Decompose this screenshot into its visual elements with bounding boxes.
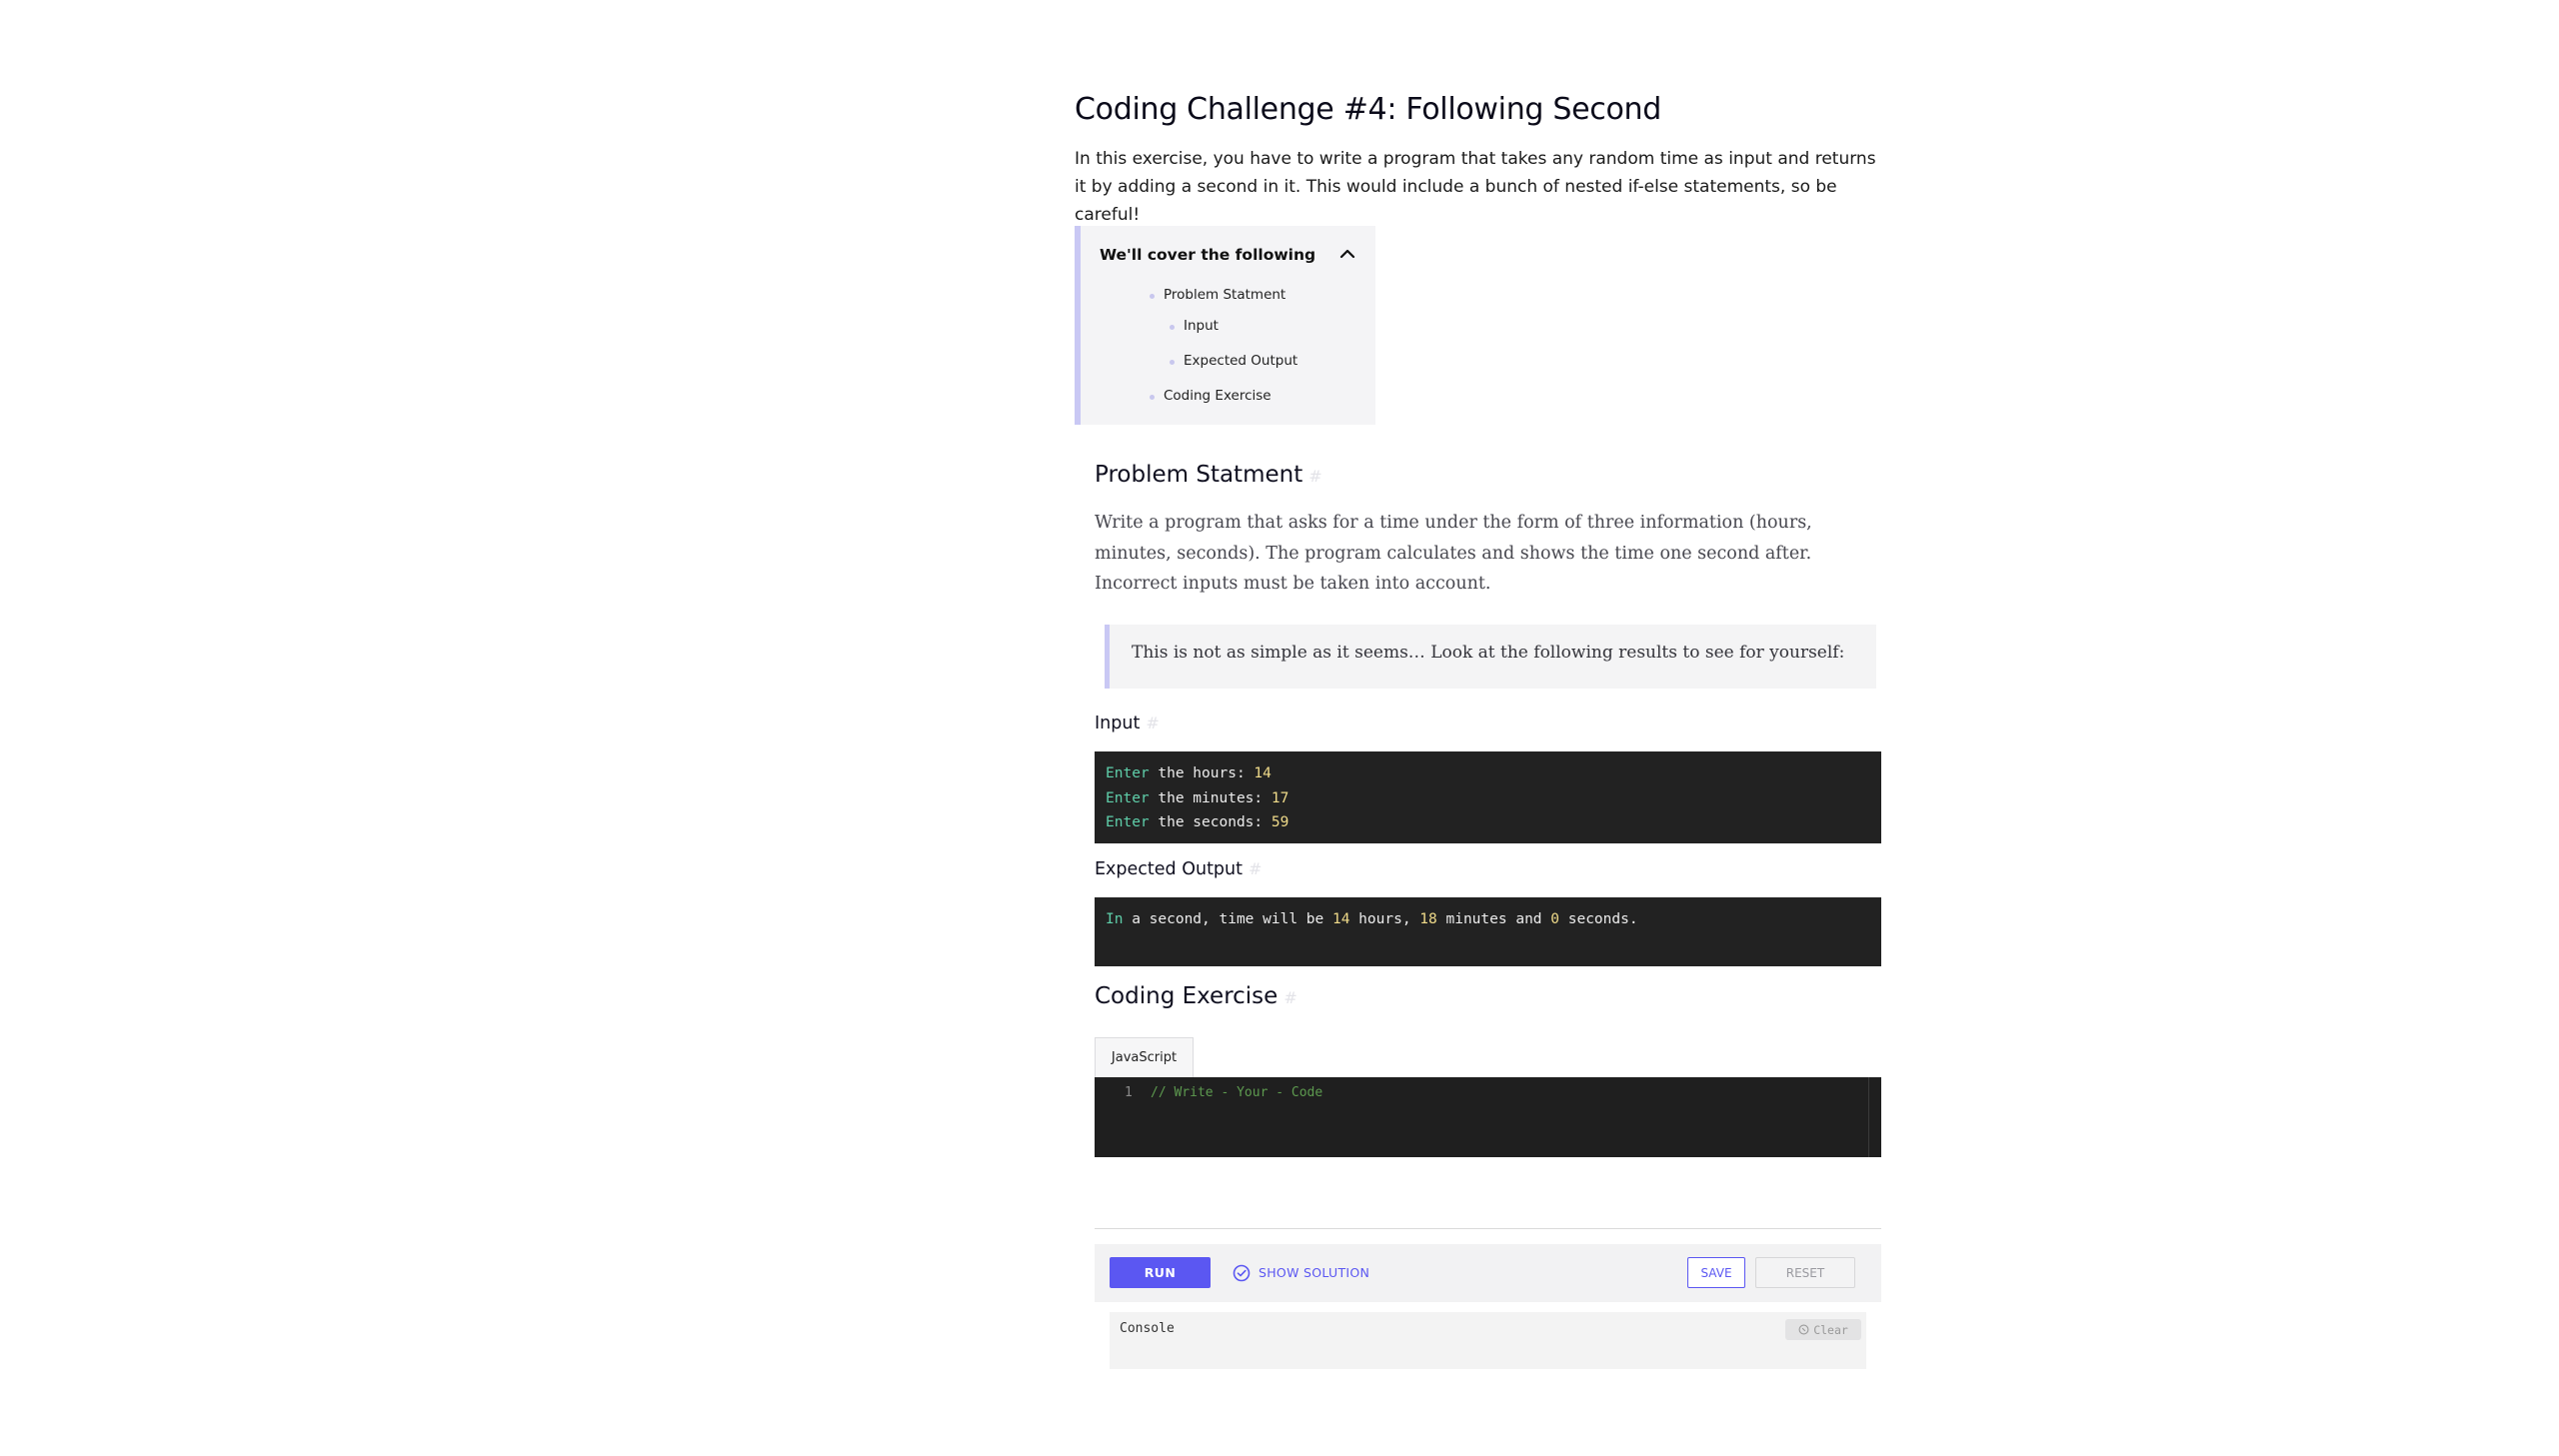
input-heading: Input # bbox=[1095, 714, 1160, 733]
input-code-block: Enter the hours: 14 Enter the minutes: 1… bbox=[1095, 751, 1881, 843]
toc-heading[interactable]: We'll cover the following bbox=[1100, 246, 1359, 264]
run-button[interactable]: RUN bbox=[1110, 1257, 1211, 1288]
page-title: Coding Challenge #4: Following Second bbox=[1075, 92, 1661, 127]
clear-label: Clear bbox=[1813, 1322, 1848, 1337]
code-comment[interactable]: // Write - Your - Code bbox=[1151, 1085, 1322, 1100]
toc-item-problem-statment[interactable]: Problem Statment bbox=[1149, 287, 1285, 303]
anchor-icon[interactable]: # bbox=[1249, 859, 1262, 878]
coding-exercise-heading: Coding Exercise # bbox=[1095, 983, 1297, 1009]
intro-text: In this exercise, you have to write a pr… bbox=[1075, 149, 1876, 225]
toc-item-expected-output[interactable]: Expected Output bbox=[1169, 353, 1297, 369]
reset-button[interactable]: RESET bbox=[1755, 1257, 1855, 1288]
toc-item-input[interactable]: Input bbox=[1170, 318, 1219, 334]
toc-item-coding-exercise[interactable]: Coding Exercise bbox=[1150, 388, 1272, 404]
check-circle-icon bbox=[1233, 1264, 1251, 1281]
console-panel: Console Clear bbox=[1110, 1312, 1866, 1369]
table-of-contents: We'll cover the following Problem Statme… bbox=[1075, 226, 1375, 425]
show-solution-button[interactable]: SHOW SOLUTION bbox=[1233, 1257, 1369, 1288]
editor-toolbar: RUN SHOW SOLUTION SAVE RESET bbox=[1095, 1244, 1881, 1302]
editor-scrollbar[interactable] bbox=[1868, 1077, 1869, 1157]
tab-javascript[interactable]: JavaScript bbox=[1095, 1037, 1194, 1077]
blockquote: This is not as simple as it seems… Look … bbox=[1105, 625, 1876, 689]
clear-button[interactable]: Clear bbox=[1785, 1319, 1861, 1340]
console-label: Console bbox=[1120, 1321, 1175, 1336]
save-button[interactable]: SAVE bbox=[1687, 1257, 1745, 1288]
problem-text: Write a program that asks for a time und… bbox=[1095, 513, 1812, 594]
code-line: Enter the seconds: 59 bbox=[1106, 814, 1289, 830]
line-number: 1 bbox=[1125, 1085, 1133, 1100]
quote-text: This is not as simple as it seems… Look … bbox=[1132, 643, 1845, 663]
anchor-icon[interactable]: # bbox=[1146, 714, 1159, 732]
problem-heading: Problem Statment # bbox=[1095, 462, 1322, 488]
code-editor[interactable]: 1 // Write - Your - Code bbox=[1095, 1077, 1881, 1157]
divider bbox=[1095, 1228, 1881, 1229]
expected-output-heading: Expected Output # bbox=[1095, 859, 1263, 879]
anchor-icon[interactable]: # bbox=[1308, 467, 1321, 486]
show-solution-label: SHOW SOLUTION bbox=[1259, 1265, 1370, 1280]
code-line: In a second, time will be 14 hours, 18 m… bbox=[1106, 911, 1638, 927]
clear-icon bbox=[1798, 1324, 1809, 1335]
anchor-icon[interactable]: # bbox=[1283, 988, 1296, 1007]
code-line: Enter the hours: 14 bbox=[1106, 765, 1272, 781]
chevron-up-icon[interactable] bbox=[1337, 244, 1357, 264]
code-line: Enter the minutes: 17 bbox=[1106, 789, 1289, 806]
output-code-block: In a second, time will be 14 hours, 18 m… bbox=[1095, 897, 1881, 966]
